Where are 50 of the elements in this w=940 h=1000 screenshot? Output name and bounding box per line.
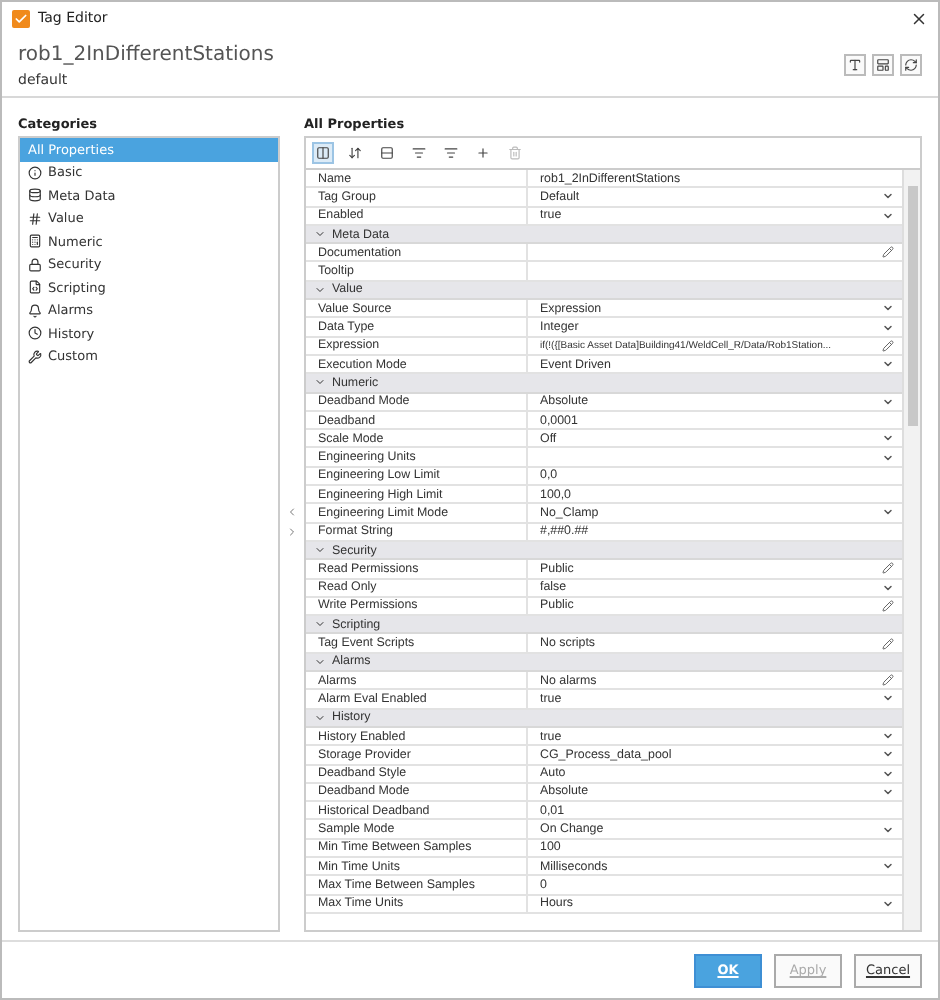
caret-icon[interactable] [882,692,894,705]
text-button[interactable] [844,54,866,76]
caret-icon[interactable] [882,897,894,910]
list-icon [444,146,458,160]
scrollbar[interactable] [902,170,920,930]
layout-button[interactable] [872,54,894,76]
lock-icon [28,257,42,272]
collapse-all-button[interactable] [440,142,462,164]
database-icon [28,188,42,203]
caret-icon[interactable] [882,358,894,371]
chevron-down-icon [314,376,326,389]
chevron-down-icon [314,711,326,724]
chevron-down-icon [314,618,326,631]
chevron-down-icon [314,228,326,241]
caret-icon[interactable] [882,860,894,873]
chevron-down-icon [314,544,326,557]
caret-icon[interactable] [882,823,894,836]
rows-icon [380,146,394,160]
add-button[interactable] [472,142,494,164]
rows-button[interactable] [376,142,398,164]
pencil-icon[interactable] [882,339,894,352]
clock-icon [28,326,42,341]
chevron-down-icon [314,283,326,296]
pencil-icon[interactable] [882,562,894,575]
expand-all-button[interactable] [408,142,430,164]
columns-icon [316,146,330,160]
pencil-icon[interactable] [882,674,894,687]
hash-icon [28,211,42,226]
pencil-icon[interactable] [882,599,894,612]
bell-icon [28,303,42,318]
pencil-icon[interactable] [882,637,894,650]
close-icon[interactable] [910,9,928,27]
info-icon [28,165,42,180]
caret-icon[interactable] [882,581,894,594]
refresh-button[interactable] [900,54,922,76]
sort-icon [348,146,362,160]
plus-icon [476,146,490,160]
trash-icon [508,146,522,160]
tag-name: rob1_2InDifferentStations [18,43,274,65]
script-icon [28,280,42,295]
caret-icon[interactable] [882,506,894,519]
chevron-down-icon [314,655,326,668]
sort-button[interactable] [344,142,366,164]
app-icon [12,9,30,27]
pencil-icon[interactable] [882,246,894,259]
list-icon [412,146,426,160]
caret-icon[interactable] [882,395,894,408]
columns-button[interactable] [312,142,334,164]
calculator-icon [28,234,42,249]
wrench-icon [28,349,42,364]
